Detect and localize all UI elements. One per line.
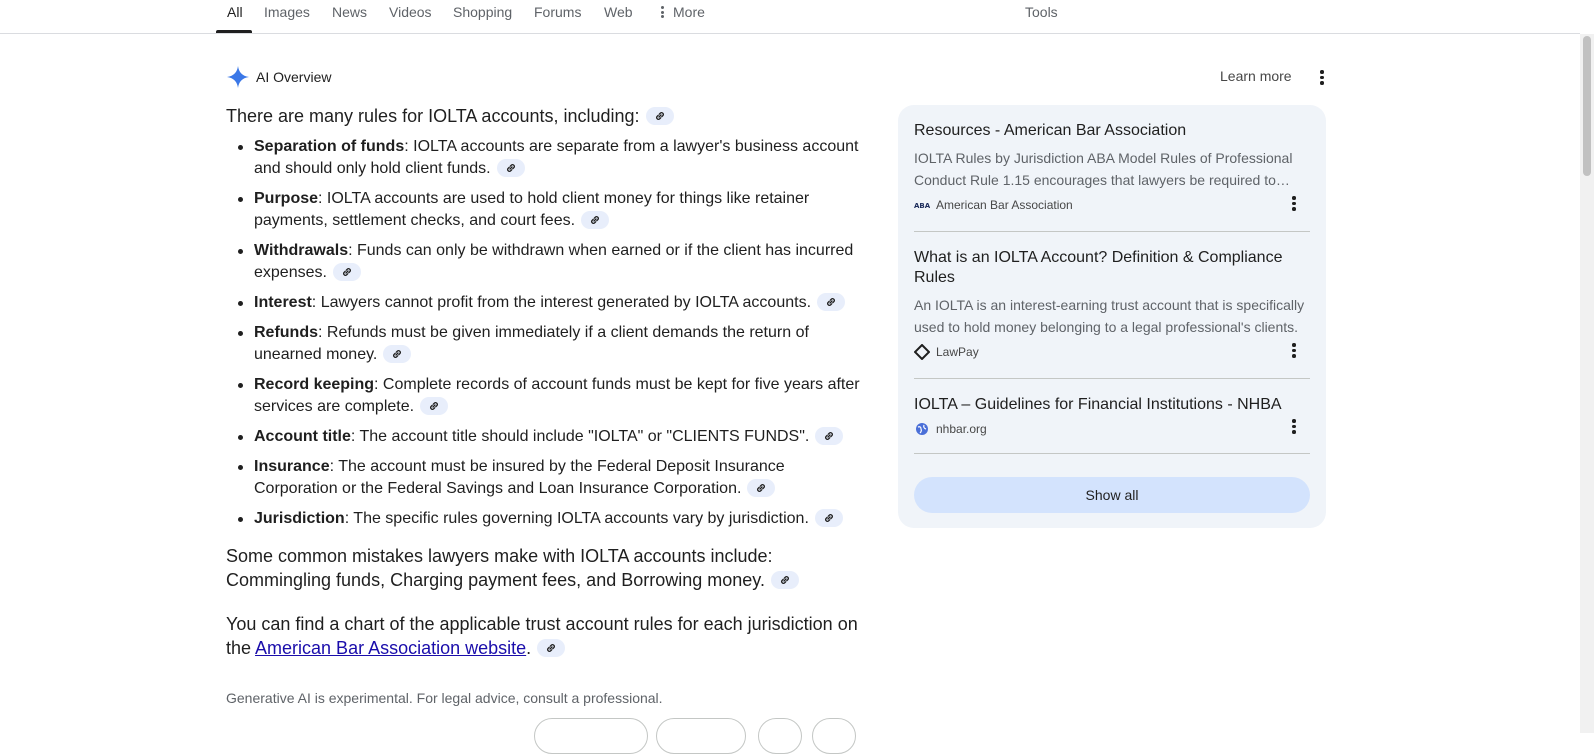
chart-paragraph: You can find a chart of the applicable t… [226, 612, 866, 660]
page-scrollbar[interactable] [1580, 34, 1594, 733]
bullet-term: Interest [254, 294, 312, 311]
tab-news[interactable]: News [332, 4, 367, 20]
active-tab-indicator [216, 30, 252, 33]
mistakes-paragraph: Some common mistakes lawyers make with I… [226, 544, 866, 592]
citation-link-icon[interactable] [496, 158, 525, 177]
bullet-text: : Refunds must be given immediately if a… [254, 324, 809, 363]
bullet-text: : IOLTA accounts are used to hold client… [254, 190, 810, 229]
tab-shopping[interactable]: Shopping [453, 4, 512, 20]
tab-all[interactable]: All [227, 4, 243, 20]
tab-forums[interactable]: Forums [534, 4, 581, 20]
citation-link-icon[interactable] [814, 508, 843, 527]
source-card[interactable]: Resources - American Bar Association IOL… [914, 121, 1310, 213]
list-item: Withdrawals: Funds can only be withdrawn… [238, 240, 866, 284]
svg-text:ABA: ABA [914, 202, 930, 210]
source-title[interactable]: Resources - American Bar Association [914, 121, 1310, 141]
aba-logo-icon: ABA [914, 197, 930, 213]
bullet-text: : The specific rules governing IOLTA acc… [344, 510, 809, 527]
source-menu-icon[interactable] [1284, 341, 1304, 361]
divider [914, 453, 1310, 454]
citation-link-icon[interactable] [383, 344, 412, 363]
mistakes-text: Some common mistakes lawyers make with I… [226, 546, 773, 590]
search-tabs-bar: All Images News Videos Shopping Forums W… [0, 0, 1580, 34]
divider [914, 378, 1310, 379]
list-item: Interest: Lawyers cannot profit from the… [238, 292, 866, 314]
source-site: LawPay [914, 344, 1310, 360]
list-item: Refunds: Refunds must be given immediate… [238, 322, 866, 366]
source-card[interactable]: What is an IOLTA Account? Definition & C… [914, 248, 1310, 360]
bullet-text: : Lawyers cannot profit from the interes… [311, 294, 812, 311]
ai-overview-menu-icon[interactable] [1312, 68, 1332, 88]
citation-link-icon[interactable] [747, 478, 776, 497]
source-site-name: LawPay [936, 345, 979, 359]
tools-button[interactable]: Tools [1025, 4, 1058, 20]
show-all-button[interactable]: Show all [914, 477, 1310, 513]
bullet-term: Insurance [254, 458, 330, 475]
tab-images[interactable]: Images [264, 4, 310, 20]
tab-more[interactable]: More [661, 4, 705, 20]
source-site: nhbar.org [914, 421, 1310, 437]
bullet-term: Refunds [254, 324, 318, 341]
list-item: Record keeping: Complete records of acco… [238, 374, 866, 418]
source-site: ABA American Bar Association [914, 197, 1310, 213]
scrollbar-thumb[interactable] [1583, 36, 1591, 176]
list-item: Separation of funds: IOLTA accounts are … [238, 136, 866, 180]
list-item: Purpose: IOLTA accounts are used to hold… [238, 188, 866, 232]
citation-link-icon[interactable] [537, 639, 566, 658]
bullet-term: Withdrawals [254, 242, 349, 259]
ai-intro-text: There are many rules for IOLTA accounts,… [226, 104, 866, 128]
ai-overview-header: AI Overview [226, 64, 331, 90]
bullet-term: Account title [254, 428, 351, 445]
chart-text-end: . [526, 638, 532, 658]
tab-web[interactable]: Web [604, 4, 633, 20]
source-title[interactable]: What is an IOLTA Account? Definition & C… [914, 248, 1310, 288]
bullet-term: Jurisdiction [254, 510, 345, 527]
list-item: Account title: The account title should … [238, 426, 866, 448]
source-title[interactable]: IOLTA – Guidelines for Financial Institu… [914, 395, 1310, 415]
feedback-button[interactable] [534, 718, 648, 754]
lawpay-logo-icon [914, 344, 930, 360]
ai-overview-title: AI Overview [256, 69, 332, 85]
list-item: Jurisdiction: The specific rules governi… [238, 508, 866, 530]
thumbs-down-button[interactable] [812, 718, 856, 754]
citation-link-icon[interactable] [420, 396, 449, 415]
source-menu-icon[interactable] [1284, 194, 1304, 214]
bullet-term: Separation of funds [254, 138, 405, 155]
citation-link-icon[interactable] [332, 262, 361, 281]
bullet-text: : The account must be insured by the Fed… [254, 458, 785, 497]
ai-disclaimer: Generative AI is experimental. For legal… [226, 690, 663, 706]
tab-more-label: More [673, 4, 705, 20]
divider [914, 231, 1310, 232]
citation-link-icon[interactable] [770, 571, 799, 590]
source-card[interactable]: IOLTA – Guidelines for Financial Institu… [914, 395, 1310, 437]
source-site-name: nhbar.org [936, 422, 987, 436]
source-site-name: American Bar Association [936, 198, 1073, 212]
gemini-sparkle-icon [227, 66, 249, 88]
more-vert-icon [661, 5, 665, 20]
source-snippet: IOLTA Rules by Jurisdiction ABA Model Ru… [914, 150, 1293, 188]
bullet-term: Record keeping [254, 376, 375, 393]
citation-link-icon[interactable] [815, 426, 844, 445]
citation-link-icon[interactable] [645, 107, 674, 126]
feedback-button[interactable] [656, 718, 746, 754]
sources-panel: Resources - American Bar Association IOL… [898, 105, 1326, 528]
learn-more-link[interactable]: Learn more [1220, 68, 1292, 84]
aba-website-link[interactable]: American Bar Association website [255, 638, 526, 658]
globe-icon [914, 421, 930, 437]
source-snippet: An IOLTA is an interest-earning trust ac… [914, 297, 1305, 335]
thumbs-up-button[interactable] [758, 718, 802, 754]
bullet-term: Purpose [254, 190, 319, 207]
bullet-text: : The account title should include "IOLT… [350, 428, 810, 445]
source-menu-icon[interactable] [1284, 417, 1304, 437]
tab-videos[interactable]: Videos [389, 4, 432, 20]
list-item: Insurance: The account must be insured b… [238, 456, 866, 500]
citation-link-icon[interactable] [581, 210, 610, 229]
rules-list: Separation of funds : IOLTA accounts are … [226, 136, 866, 538]
citation-link-icon[interactable] [817, 292, 846, 311]
intro-sentence: There are many rules for IOLTA accounts,… [226, 106, 640, 126]
